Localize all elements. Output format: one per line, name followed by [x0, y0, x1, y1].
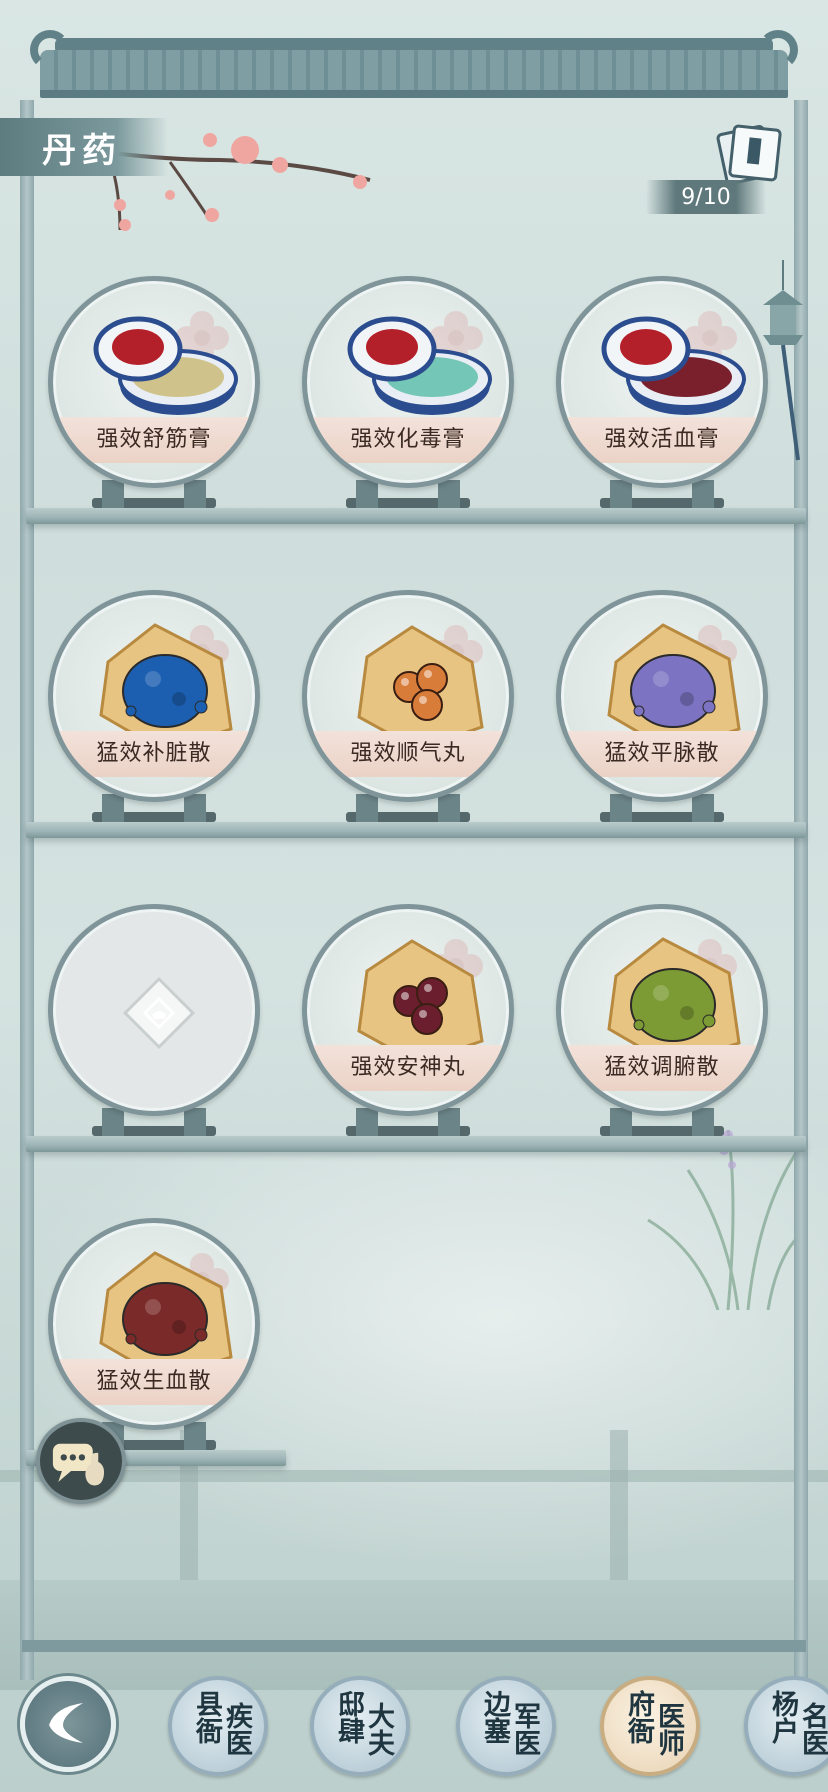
bottom-nav: 县衙 疾医 邸肆 大夫 边塞 军医 府衙 医师 杨户 名医 [0, 1668, 828, 1792]
medicine-item[interactable]: 猛效补脏散 [44, 590, 264, 830]
nav-button-1[interactable]: 县衙 疾医 [168, 1676, 268, 1776]
nav-button-4[interactable]: 府衙 医师 [600, 1676, 700, 1776]
page-title-tab: 丹药 [0, 118, 168, 176]
item-disc: 猛效生血散 [48, 1218, 260, 1430]
nav-label-line2: 疾医 [221, 1702, 252, 1756]
nav-button-3[interactable]: 边塞 军医 [456, 1676, 556, 1776]
medicine-item[interactable]: 强效安神丸 [298, 904, 518, 1144]
book-icon[interactable] [712, 120, 788, 186]
back-arrow-icon [49, 1703, 83, 1743]
page-title: 丹药 [42, 130, 122, 171]
medicine-name: 强效化毒膏 [307, 417, 509, 463]
medicine-name: 猛效补脏散 [53, 731, 255, 777]
locked-slot[interactable] [44, 904, 264, 1144]
medicine-item[interactable]: 强效活血膏 [552, 276, 772, 516]
item-disc: 强效活血膏 [556, 276, 768, 488]
medicine-item[interactable]: 强效舒筋膏 [44, 276, 264, 516]
medicine-name: 猛效平脉散 [561, 731, 763, 777]
back-button[interactable] [20, 1676, 116, 1772]
medicine-item[interactable]: 猛效调腑散 [552, 904, 772, 1144]
pavilion-roof [0, 30, 828, 110]
medicine-name: 强效顺气丸 [307, 731, 509, 777]
nav-label-line1: 邸肆 [333, 1690, 364, 1744]
bottom-beam [22, 1640, 806, 1652]
nav-label-line2: 大夫 [363, 1702, 394, 1756]
nav-label-line1: 边塞 [479, 1690, 510, 1744]
medicine-item[interactable]: 强效化毒膏 [298, 276, 518, 516]
chat-button[interactable] [36, 1418, 126, 1504]
item-disc: 强效安神丸 [302, 904, 514, 1116]
item-disc: 猛效补脏散 [48, 590, 260, 802]
medicine-name: 强效安神丸 [307, 1045, 509, 1091]
item-disc: 猛效调腑散 [556, 904, 768, 1116]
nav-button-2[interactable]: 邸肆 大夫 [310, 1676, 410, 1776]
item-disc: 强效化毒膏 [302, 276, 514, 488]
medicine-item[interactable]: 猛效平脉散 [552, 590, 772, 830]
medicine-name: 猛效生血散 [53, 1359, 255, 1405]
nav-label-line2: 医师 [653, 1702, 684, 1756]
nav-label-line2: 名医 [797, 1702, 828, 1756]
nav-label-line1: 府衙 [623, 1690, 654, 1744]
nav-label-line2: 军医 [509, 1702, 540, 1756]
lock-icon [122, 976, 196, 1050]
item-disc: 猛效平脉散 [556, 590, 768, 802]
medicine-name: 猛效调腑散 [561, 1045, 763, 1091]
chat-bubble-icon [52, 1443, 105, 1486]
collection-counter: 9/10 [646, 180, 766, 214]
nav-button-5[interactable]: 杨户 名医 [744, 1676, 828, 1776]
nav-label-line1: 县衙 [191, 1690, 222, 1744]
nav-label-line1: 杨户 [767, 1690, 798, 1744]
medicine-item[interactable]: 强效顺气丸 [298, 590, 518, 830]
left-pillar [20, 100, 34, 1680]
medicine-name: 强效舒筋膏 [53, 417, 255, 463]
item-disc: 强效舒筋膏 [48, 276, 260, 488]
medicine-name: 强效活血膏 [561, 417, 763, 463]
background-post [610, 1430, 628, 1590]
item-disc [48, 904, 260, 1116]
item-disc: 强效顺气丸 [302, 590, 514, 802]
